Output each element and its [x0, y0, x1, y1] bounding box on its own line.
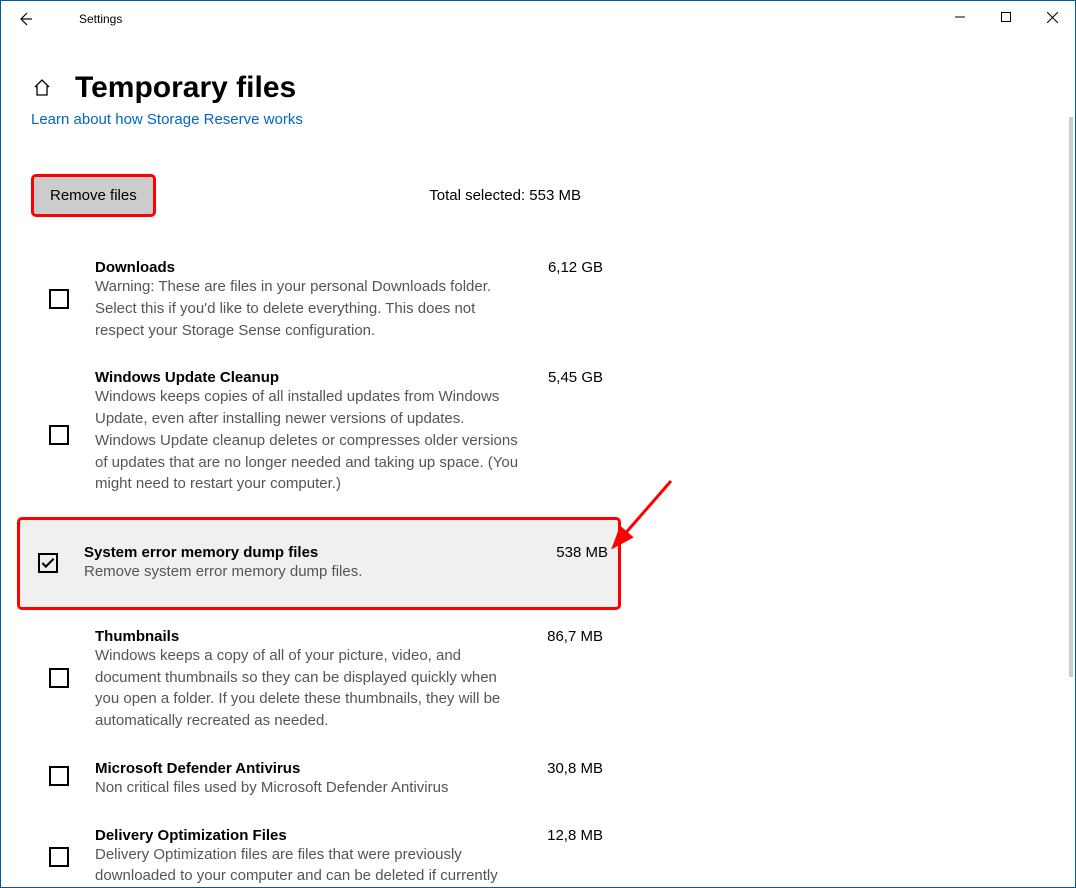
item-thumbnails[interactable]: Thumbnails Windows keeps a copy of all o…	[31, 616, 613, 748]
item-desc: Remove system error memory dump files.	[84, 561, 528, 583]
item-size: 30,8 MB	[523, 760, 603, 799]
item-desc: Non critical files used by Microsoft Def…	[95, 777, 523, 799]
item-defender-antivirus[interactable]: Microsoft Defender Antivirus Non critica…	[31, 748, 613, 815]
item-title: Thumbnails	[95, 628, 523, 645]
item-size: 538 MB	[528, 544, 608, 583]
item-title: Delivery Optimization Files	[95, 827, 523, 844]
item-desc: Windows keeps copies of all installed up…	[95, 386, 523, 495]
checkbox-delivery-opt[interactable]	[49, 847, 69, 867]
item-system-error-dump[interactable]: System error memory dump files Remove sy…	[17, 517, 621, 610]
checkbox-thumbnails[interactable]	[49, 668, 69, 688]
close-button[interactable]	[1029, 1, 1075, 33]
item-size: 5,45 GB	[523, 369, 603, 495]
item-downloads[interactable]: Downloads Warning: These are files in yo…	[31, 247, 613, 357]
item-desc: Warning: These are files in your persona…	[95, 276, 523, 341]
item-size: 12,8 MB	[523, 827, 603, 888]
item-desc: Windows keeps a copy of all of your pict…	[95, 645, 523, 732]
item-desc: Delivery Optimization files are files th…	[95, 844, 523, 888]
scrollbar[interactable]	[1069, 117, 1073, 877]
checkbox-system-error-dump[interactable]	[38, 553, 58, 573]
maximize-button[interactable]	[983, 1, 1029, 33]
item-title: System error memory dump files	[84, 544, 528, 561]
item-size: 86,7 MB	[523, 628, 603, 732]
back-button[interactable]	[1, 1, 49, 37]
item-windows-update-cleanup[interactable]: Windows Update Cleanup Windows keeps cop…	[31, 357, 613, 511]
checkbox-defender[interactable]	[49, 766, 69, 786]
check-icon	[42, 556, 55, 569]
item-delivery-optimization[interactable]: Delivery Optimization Files Delivery Opt…	[31, 815, 613, 888]
total-selected-label: Total selected: 553 MB	[429, 187, 581, 204]
home-icon[interactable]	[31, 77, 53, 99]
page-title: Temporary files	[75, 71, 296, 105]
storage-reserve-link[interactable]: Learn about how Storage Reserve works	[31, 111, 303, 128]
remove-files-button[interactable]: Remove files	[31, 174, 156, 217]
minimize-button[interactable]	[937, 1, 983, 33]
scrollbar-thumb[interactable]	[1069, 117, 1073, 677]
item-title: Microsoft Defender Antivirus	[95, 760, 523, 777]
checkbox-downloads[interactable]	[49, 289, 69, 309]
item-title: Downloads	[95, 259, 523, 276]
item-title: Windows Update Cleanup	[95, 369, 523, 386]
checkbox-update-cleanup[interactable]	[49, 425, 69, 445]
app-title: Settings	[79, 12, 122, 26]
item-size: 6,12 GB	[523, 259, 603, 341]
